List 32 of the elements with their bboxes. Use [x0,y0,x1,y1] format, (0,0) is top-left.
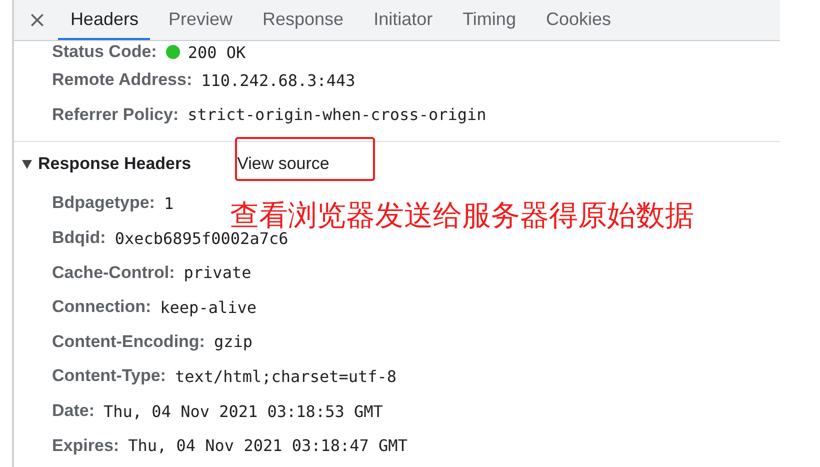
header-value: 200 OK [188,42,246,62]
tab[interactable]: Headers [58,0,150,40]
header-name: Cache-Control: [52,262,175,283]
header-value: Thu, 04 Nov 2021 03:18:47 GMT [128,436,408,456]
header-value: 110.242.68.3:443 [201,70,356,90]
header-name: Connection: [52,297,152,318]
header-value: text/html;charset=utf-8 [174,366,397,386]
header-name: Bdqid: [52,228,106,248]
status-dot-icon [166,45,180,59]
section-title: Response Headers [38,154,192,174]
header-value: Thu, 04 Nov 2021 03:18:53 GMT [104,402,383,421]
triangle-icon[interactable] [22,160,32,169]
header-name: Expires: [52,436,120,456]
header-name: Content-Type: [52,366,166,386]
tab[interactable]: Response [250,0,356,40]
close-button[interactable]: × [14,0,58,40]
header-value: strict-origin-when-cross-origin [188,105,486,124]
header-name: Remote Address: [52,70,192,90]
tab[interactable]: Cookies [534,0,623,40]
header-value: gzip [214,332,252,352]
header-value: keep-alive [160,298,256,317]
view-source-link[interactable]: View source [237,154,330,174]
tab[interactable]: Preview [156,0,245,40]
header-value: 1 [164,194,174,213]
header-name: Content-Encoding: [52,332,205,352]
header-name: Date: [52,401,95,422]
header-value: private [184,263,252,282]
tab[interactable]: Initiator [362,0,445,40]
header-name: Status Code: [52,42,157,62]
header-name: Referrer Policy: [52,104,179,125]
tab[interactable]: Timing [450,0,528,40]
header-name: Bdpagetype: [52,193,155,214]
